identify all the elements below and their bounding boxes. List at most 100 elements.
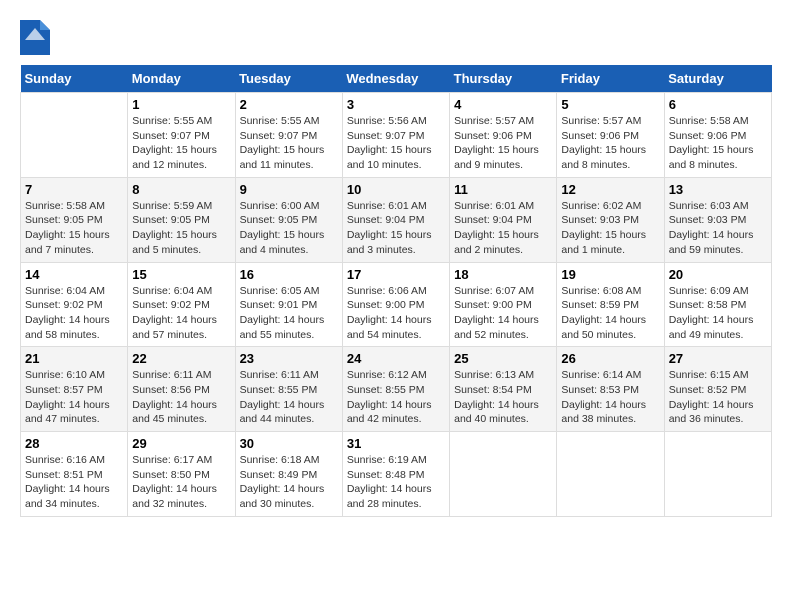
calendar-week-row: 21 Sunrise: 6:10 AMSunset: 8:57 PMDayligh… (21, 347, 772, 432)
day-info: Sunrise: 5:57 AMSunset: 9:06 PMDaylight:… (561, 114, 659, 173)
calendar-table: SundayMondayTuesdayWednesdayThursdayFrid… (20, 65, 772, 517)
day-number: 22 (132, 351, 230, 366)
calendar-cell: 2 Sunrise: 5:55 AMSunset: 9:07 PMDaylight… (235, 93, 342, 178)
day-number: 30 (240, 436, 338, 451)
day-info: Sunrise: 6:13 AMSunset: 8:54 PMDaylight:… (454, 368, 552, 427)
calendar-cell: 26 Sunrise: 6:14 AMSunset: 8:53 PMDayligh… (557, 347, 664, 432)
day-number: 8 (132, 182, 230, 197)
day-number: 17 (347, 267, 445, 282)
page-header (20, 20, 772, 55)
calendar-cell: 10 Sunrise: 6:01 AMSunset: 9:04 PMDayligh… (342, 177, 449, 262)
day-info: Sunrise: 6:19 AMSunset: 8:48 PMDaylight:… (347, 453, 445, 512)
day-info: Sunrise: 6:11 AMSunset: 8:56 PMDaylight:… (132, 368, 230, 427)
day-info: Sunrise: 6:05 AMSunset: 9:01 PMDaylight:… (240, 284, 338, 343)
day-of-week-header: Thursday (450, 65, 557, 93)
day-number: 11 (454, 182, 552, 197)
day-info: Sunrise: 6:04 AMSunset: 9:02 PMDaylight:… (25, 284, 123, 343)
day-number: 19 (561, 267, 659, 282)
day-number: 26 (561, 351, 659, 366)
day-number: 25 (454, 351, 552, 366)
day-number: 7 (25, 182, 123, 197)
day-info: Sunrise: 5:56 AMSunset: 9:07 PMDaylight:… (347, 114, 445, 173)
day-info: Sunrise: 5:58 AMSunset: 9:06 PMDaylight:… (669, 114, 767, 173)
day-number: 15 (132, 267, 230, 282)
day-info: Sunrise: 6:06 AMSunset: 9:00 PMDaylight:… (347, 284, 445, 343)
day-number: 10 (347, 182, 445, 197)
logo-icon (20, 20, 50, 55)
calendar-cell: 27 Sunrise: 6:15 AMSunset: 8:52 PMDayligh… (664, 347, 771, 432)
calendar-cell: 14 Sunrise: 6:04 AMSunset: 9:02 PMDayligh… (21, 262, 128, 347)
day-number: 24 (347, 351, 445, 366)
day-info: Sunrise: 6:16 AMSunset: 8:51 PMDaylight:… (25, 453, 123, 512)
day-info: Sunrise: 6:00 AMSunset: 9:05 PMDaylight:… (240, 199, 338, 258)
day-number: 20 (669, 267, 767, 282)
calendar-cell: 31 Sunrise: 6:19 AMSunset: 8:48 PMDayligh… (342, 432, 449, 517)
calendar-cell: 19 Sunrise: 6:08 AMSunset: 8:59 PMDayligh… (557, 262, 664, 347)
day-number: 3 (347, 97, 445, 112)
day-info: Sunrise: 6:01 AMSunset: 9:04 PMDaylight:… (347, 199, 445, 258)
calendar-cell (21, 93, 128, 178)
day-number: 14 (25, 267, 123, 282)
day-number: 28 (25, 436, 123, 451)
day-info: Sunrise: 6:08 AMSunset: 8:59 PMDaylight:… (561, 284, 659, 343)
day-info: Sunrise: 6:03 AMSunset: 9:03 PMDaylight:… (669, 199, 767, 258)
calendar-week-row: 14 Sunrise: 6:04 AMSunset: 9:02 PMDayligh… (21, 262, 772, 347)
day-number: 29 (132, 436, 230, 451)
calendar-cell: 30 Sunrise: 6:18 AMSunset: 8:49 PMDayligh… (235, 432, 342, 517)
day-info: Sunrise: 5:55 AMSunset: 9:07 PMDaylight:… (240, 114, 338, 173)
day-info: Sunrise: 6:14 AMSunset: 8:53 PMDaylight:… (561, 368, 659, 427)
day-number: 21 (25, 351, 123, 366)
day-number: 6 (669, 97, 767, 112)
calendar-cell: 15 Sunrise: 6:04 AMSunset: 9:02 PMDayligh… (128, 262, 235, 347)
calendar-cell (450, 432, 557, 517)
calendar-cell: 28 Sunrise: 6:16 AMSunset: 8:51 PMDayligh… (21, 432, 128, 517)
day-number: 5 (561, 97, 659, 112)
calendar-cell: 13 Sunrise: 6:03 AMSunset: 9:03 PMDayligh… (664, 177, 771, 262)
day-info: Sunrise: 6:09 AMSunset: 8:58 PMDaylight:… (669, 284, 767, 343)
calendar-cell: 3 Sunrise: 5:56 AMSunset: 9:07 PMDaylight… (342, 93, 449, 178)
day-info: Sunrise: 5:57 AMSunset: 9:06 PMDaylight:… (454, 114, 552, 173)
day-number: 27 (669, 351, 767, 366)
day-number: 16 (240, 267, 338, 282)
day-info: Sunrise: 6:15 AMSunset: 8:52 PMDaylight:… (669, 368, 767, 427)
calendar-week-row: 1Sunrise: 5:55 AMSunset: 9:07 PMDaylight… (21, 93, 772, 178)
calendar-cell: 25 Sunrise: 6:13 AMSunset: 8:54 PMDayligh… (450, 347, 557, 432)
day-number: 13 (669, 182, 767, 197)
day-number: 2 (240, 97, 338, 112)
day-number: 4 (454, 97, 552, 112)
calendar-cell: 1Sunrise: 5:55 AMSunset: 9:07 PMDaylight… (128, 93, 235, 178)
day-number: 23 (240, 351, 338, 366)
day-number: 12 (561, 182, 659, 197)
calendar-cell: 16 Sunrise: 6:05 AMSunset: 9:01 PMDayligh… (235, 262, 342, 347)
days-of-week-row: SundayMondayTuesdayWednesdayThursdayFrid… (21, 65, 772, 93)
calendar-cell: 4 Sunrise: 5:57 AMSunset: 9:06 PMDaylight… (450, 93, 557, 178)
calendar-cell: 8Sunrise: 5:59 AMSunset: 9:05 PMDaylight… (128, 177, 235, 262)
day-info: Sunrise: 6:17 AMSunset: 8:50 PMDaylight:… (132, 453, 230, 512)
calendar-cell: 18Sunrise: 6:07 AMSunset: 9:00 PMDayligh… (450, 262, 557, 347)
day-of-week-header: Sunday (21, 65, 128, 93)
calendar-week-row: 7Sunrise: 5:58 AMSunset: 9:05 PMDaylight… (21, 177, 772, 262)
day-info: Sunrise: 6:11 AMSunset: 8:55 PMDaylight:… (240, 368, 338, 427)
day-info: Sunrise: 6:02 AMSunset: 9:03 PMDaylight:… (561, 199, 659, 258)
day-of-week-header: Friday (557, 65, 664, 93)
calendar-cell: 6 Sunrise: 5:58 AMSunset: 9:06 PMDaylight… (664, 93, 771, 178)
calendar-cell: 21 Sunrise: 6:10 AMSunset: 8:57 PMDayligh… (21, 347, 128, 432)
day-info: Sunrise: 6:18 AMSunset: 8:49 PMDaylight:… (240, 453, 338, 512)
day-of-week-header: Saturday (664, 65, 771, 93)
day-of-week-header: Monday (128, 65, 235, 93)
day-info: Sunrise: 6:04 AMSunset: 9:02 PMDaylight:… (132, 284, 230, 343)
calendar-cell: 22 Sunrise: 6:11 AMSunset: 8:56 PMDayligh… (128, 347, 235, 432)
calendar-cell: 9Sunrise: 6:00 AMSunset: 9:05 PMDaylight… (235, 177, 342, 262)
logo (20, 20, 54, 55)
calendar-cell: 20 Sunrise: 6:09 AMSunset: 8:58 PMDayligh… (664, 262, 771, 347)
calendar-cell (664, 432, 771, 517)
calendar-cell: 23 Sunrise: 6:11 AMSunset: 8:55 PMDayligh… (235, 347, 342, 432)
day-of-week-header: Tuesday (235, 65, 342, 93)
calendar-body: 1Sunrise: 5:55 AMSunset: 9:07 PMDaylight… (21, 93, 772, 517)
day-info: Sunrise: 6:01 AMSunset: 9:04 PMDaylight:… (454, 199, 552, 258)
day-info: Sunrise: 5:55 AMSunset: 9:07 PMDaylight:… (132, 114, 230, 173)
calendar-cell: 12 Sunrise: 6:02 AMSunset: 9:03 PMDayligh… (557, 177, 664, 262)
day-number: 18 (454, 267, 552, 282)
day-number: 31 (347, 436, 445, 451)
day-info: Sunrise: 6:10 AMSunset: 8:57 PMDaylight:… (25, 368, 123, 427)
